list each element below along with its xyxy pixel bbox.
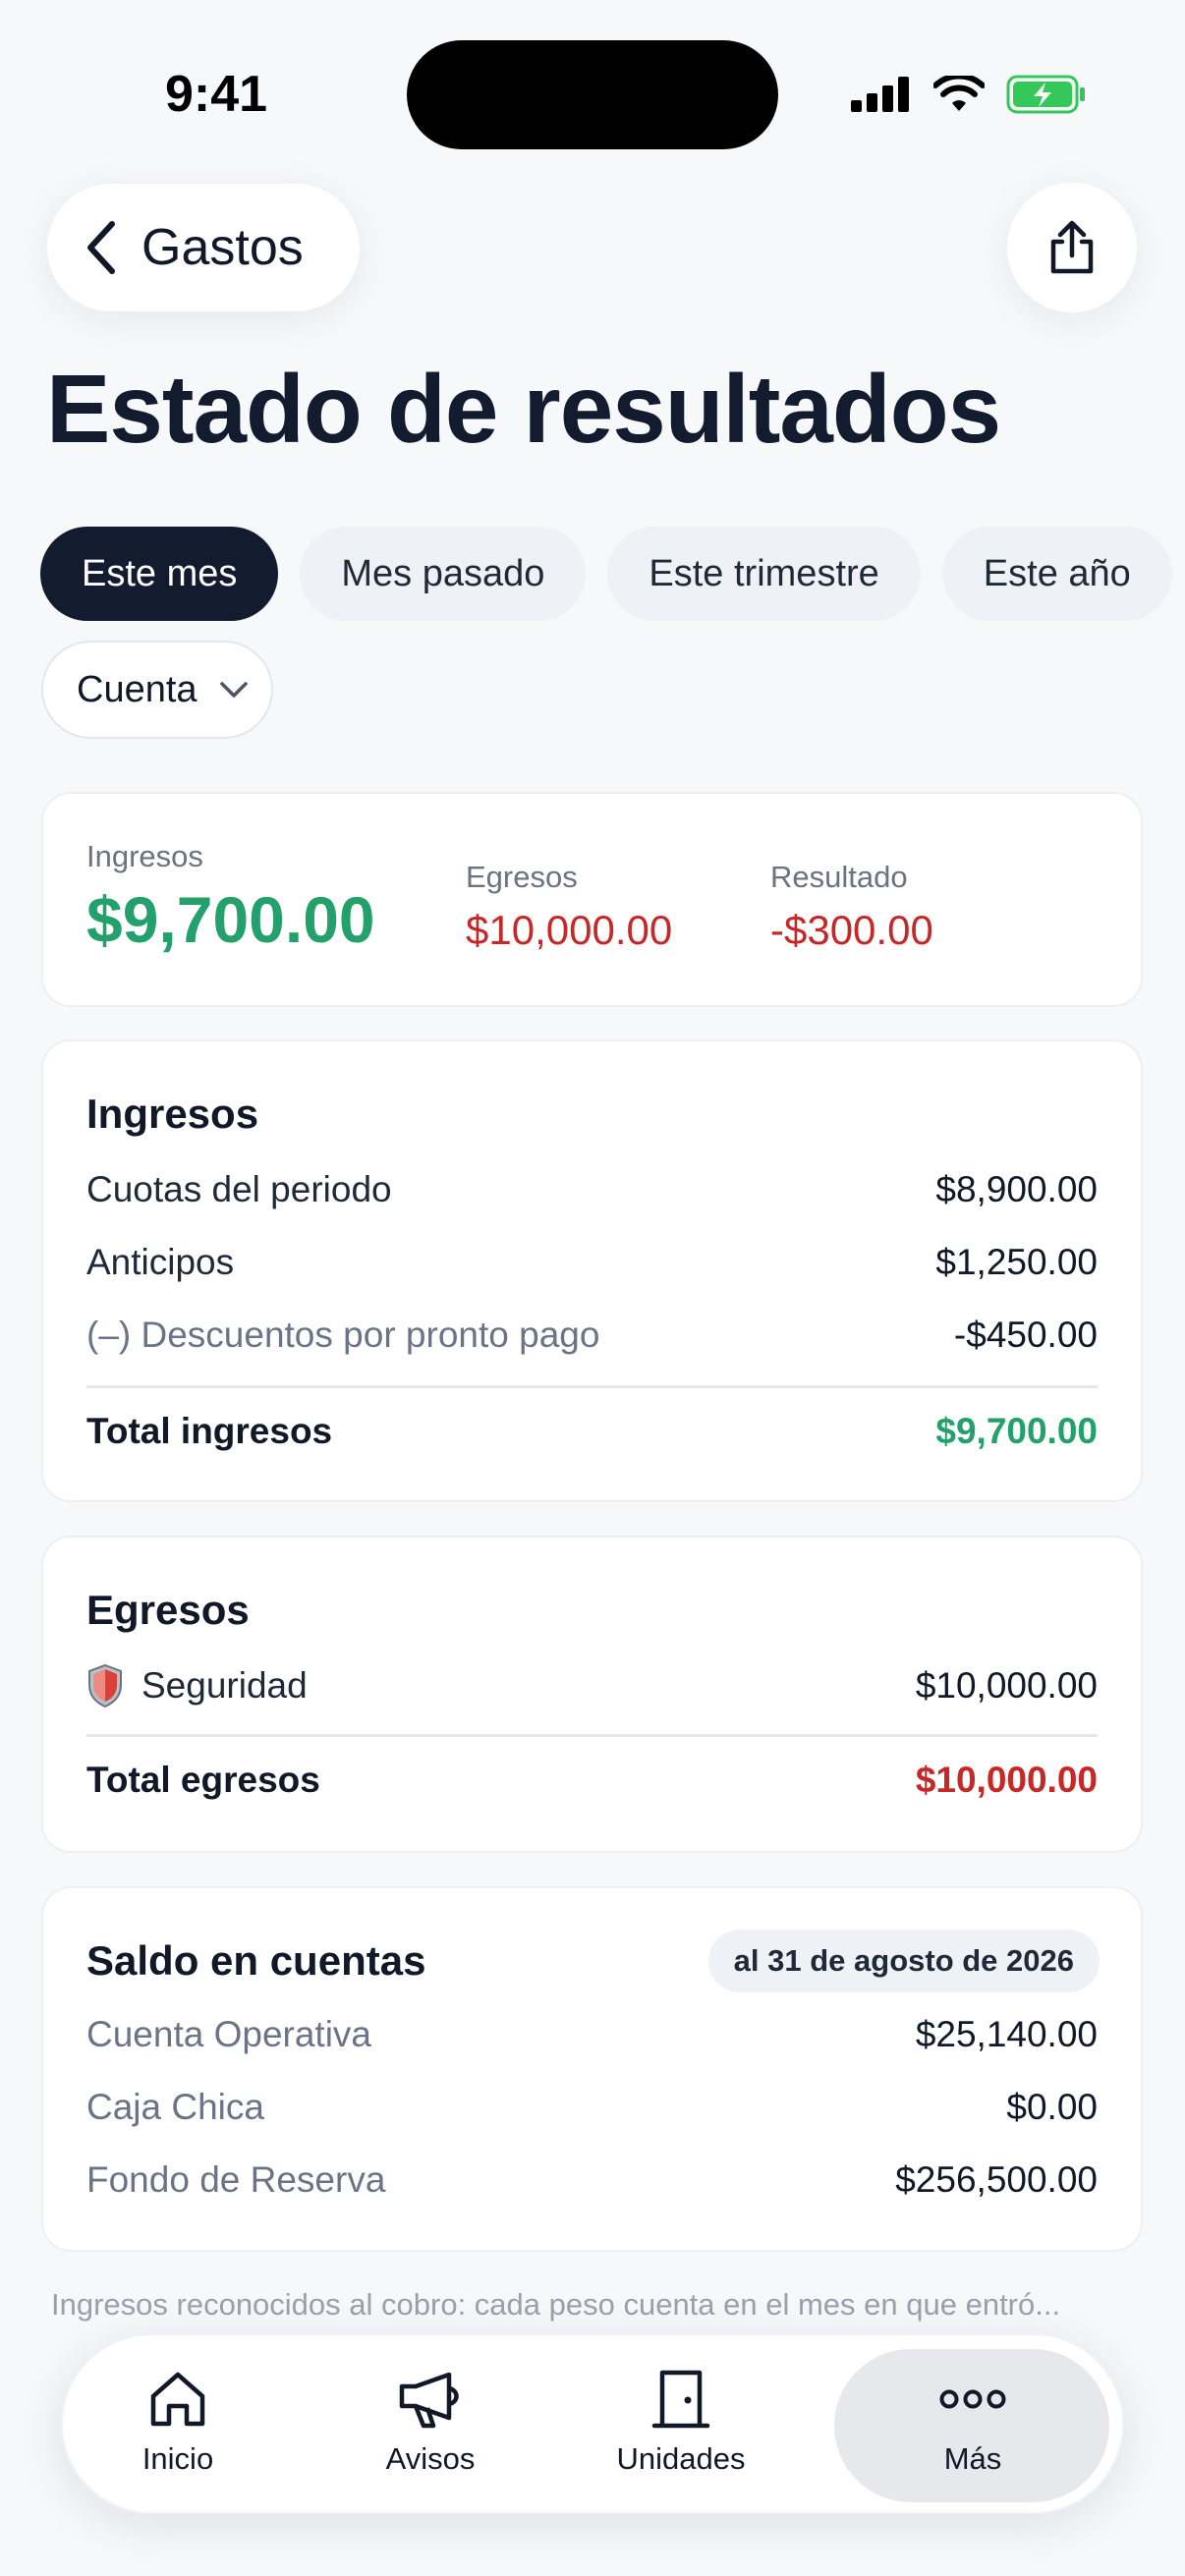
tab-avisos[interactable]: Avisos <box>332 2369 529 2477</box>
tab-label: Avisos <box>385 2441 476 2476</box>
saldo-title: Saldo en cuentas <box>86 1937 426 1984</box>
summary-resultado: Resultado -$300.00 <box>770 860 933 954</box>
footnote: Ingresos reconocidos al cobro: cada peso… <box>51 2287 1061 2322</box>
ingresos-row: Anticipos $1,250.00 <box>86 1242 1098 1283</box>
saldo-row-amount: $0.00 <box>1006 2087 1098 2127</box>
saldo-row: Caja Chica $0.00 <box>86 2087 1098 2128</box>
share-button[interactable] <box>1007 183 1137 312</box>
more-icon <box>939 2389 1006 2409</box>
ingresos-total-value: $9,700.00 <box>935 1411 1098 1451</box>
egresos-row[interactable]: Seguridad $10,000.00 <box>86 1663 1098 1708</box>
share-icon <box>1050 220 1094 274</box>
back-button-label: Gastos <box>141 219 304 276</box>
ingresos-row-amount: -$450.00 <box>953 1315 1098 1355</box>
summary-resultado-label: Resultado <box>770 860 908 894</box>
page-title: Estado de resultados <box>46 355 1001 463</box>
summary-card: Ingresos $9,700.00 Egresos $10,000.00 Re… <box>41 792 1143 1007</box>
divider <box>86 1385 1098 1388</box>
saldo-row-label: Cuenta Operativa <box>86 2014 372 2054</box>
status-time: 9:41 <box>165 66 268 123</box>
summary-resultado-value: -$300.00 <box>770 907 933 953</box>
summary-egresos: Egresos $10,000.00 <box>466 860 672 954</box>
egresos-total-label: Total egresos <box>86 1760 320 1800</box>
saldo-row-label: Caja Chica <box>86 2087 264 2127</box>
summary-egresos-label: Egresos <box>466 860 578 894</box>
chip-mes-pasado[interactable]: Mes pasado <box>300 527 587 621</box>
saldo-row: Fondo de Reserva $256,500.00 <box>86 2159 1098 2201</box>
saldo-row-amount: $25,140.00 <box>915 2014 1098 2054</box>
account-dropdown[interactable]: Cuenta <box>41 641 273 739</box>
summary-ingresos: Ingresos $9,700.00 <box>86 839 375 957</box>
saldo-card: Saldo en cuentas al 31 de agosto de 2026… <box>41 1886 1143 2252</box>
summary-ingresos-value: $9,700.00 <box>86 883 375 956</box>
ingresos-row-label: Cuotas del periodo <box>86 1169 392 1209</box>
egresos-row-left: Seguridad <box>86 1663 308 1708</box>
ingresos-row-label: Anticipos <box>86 1242 235 1282</box>
chip-este-mes[interactable]: Este mes <box>40 527 279 621</box>
ingresos-row-label: (–) Descuentos por pronto pago <box>86 1315 600 1355</box>
tab-label: Unidades <box>616 2441 746 2476</box>
chevron-left-icon <box>87 221 115 274</box>
tab-label: Más <box>943 2441 1002 2476</box>
saldo-row-amount: $256,500.00 <box>895 2159 1098 2200</box>
wifi-icon <box>933 76 985 111</box>
tab-bar: Inicio Avisos Unidades Más <box>61 2333 1124 2514</box>
status-bar: 9:41 <box>0 0 1185 187</box>
status-icons <box>851 75 1087 114</box>
egresos-card: Egresos Seguridad $10,000.00 Total egres… <box>41 1536 1143 1853</box>
chip-este-ano[interactable]: Este año <box>941 527 1172 621</box>
back-button[interactable]: Gastos <box>47 184 360 311</box>
tab-label: Inicio <box>141 2441 214 2476</box>
divider <box>86 1734 1098 1737</box>
shield-icon <box>88 1663 122 1708</box>
chevron-down-icon <box>219 682 248 698</box>
egresos-total-value: $10,000.00 <box>915 1760 1098 1800</box>
tab-mas[interactable]: Más <box>875 2369 1071 2477</box>
ingresos-row-amount: $1,250.00 <box>935 1242 1098 1282</box>
egresos-total-row: Total egresos $10,000.00 <box>86 1760 1098 1801</box>
saldo-row-label: Fondo de Reserva <box>86 2159 386 2200</box>
ingresos-row-amount: $8,900.00 <box>935 1169 1098 1209</box>
ingresos-total-row: Total ingresos $9,700.00 <box>86 1411 1098 1452</box>
ingresos-row: Cuotas del periodo $8,900.00 <box>86 1169 1098 1210</box>
saldo-row: Cuenta Operativa $25,140.00 <box>86 2014 1098 2055</box>
date-badge: al 31 de agosto de 2026 <box>707 1930 1100 1992</box>
egresos-row-label: Seguridad <box>141 1665 308 1706</box>
battery-charging-icon <box>1006 75 1085 114</box>
ingresos-total-label: Total ingresos <box>86 1411 333 1451</box>
home-icon <box>150 2372 205 2427</box>
tab-unidades[interactable]: Unidades <box>583 2369 779 2477</box>
period-filter: Este mes Mes pasado Este trimestre Este … <box>40 527 1172 621</box>
door-icon <box>651 2370 710 2429</box>
summary-ingresos-label: Ingresos <box>86 839 203 873</box>
dynamic-island <box>407 40 778 149</box>
summary-egresos-value: $10,000.00 <box>466 907 673 953</box>
ingresos-title: Ingresos <box>86 1091 259 1137</box>
ingresos-row: (–) Descuentos por pronto pago -$450.00 <box>86 1315 1098 1356</box>
egresos-row-amount: $10,000.00 <box>915 1665 1098 1706</box>
chip-este-trimestre[interactable]: Este trimestre <box>607 527 921 621</box>
egresos-title: Egresos <box>86 1587 250 1633</box>
tab-inicio[interactable]: Inicio <box>80 2369 276 2477</box>
account-dropdown-label: Cuenta <box>77 668 198 710</box>
signal-icon <box>851 77 909 112</box>
ingresos-card: Ingresos Cuotas del periodo $8,900.00 An… <box>41 1039 1143 1502</box>
megaphone-icon <box>399 2372 459 2429</box>
